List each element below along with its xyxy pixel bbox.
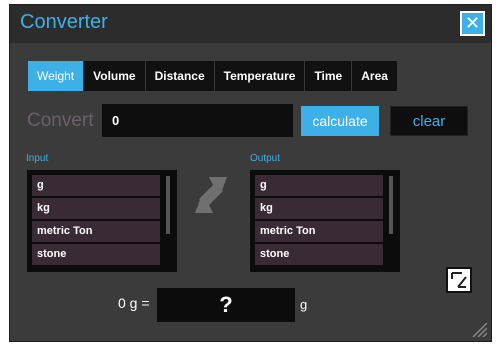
resize-grip-icon[interactable] [471, 321, 487, 337]
tab-volume[interactable]: Volume [84, 61, 146, 91]
tab-temperature[interactable]: Temperature [215, 61, 306, 91]
converter-window: Converter ✕ Weight Volume Distance Tempe… [9, 4, 492, 342]
unit-category-tabs: Weight Volume Distance Temperature Time … [28, 61, 398, 91]
result-unit: g [300, 297, 308, 312]
result-prefix: 0 g = [118, 295, 150, 311]
list-item[interactable]: metric Ton [32, 221, 160, 242]
input-label: Input [26, 153, 49, 164]
tab-distance[interactable]: Distance [146, 61, 215, 91]
input-scrollbar[interactable] [166, 176, 170, 234]
list-item[interactable]: kg [255, 198, 383, 219]
result-value: ? [157, 288, 295, 322]
list-item[interactable]: g [32, 175, 160, 196]
tab-weight[interactable]: Weight [28, 61, 85, 91]
calculate-button[interactable]: calculate [301, 106, 379, 136]
close-icon: ✕ [464, 13, 481, 33]
input-unit-list[interactable]: g kg metric Ton stone [27, 170, 177, 272]
swap-arrows-icon[interactable] [191, 175, 231, 215]
tab-area[interactable]: Area [352, 61, 398, 91]
output-unit-list[interactable]: g kg metric Ton stone [250, 170, 400, 272]
convert-label: Convert [27, 110, 94, 131]
clear-button[interactable]: clear [390, 106, 468, 136]
fullscreen-button[interactable] [446, 267, 472, 293]
output-label: Output [250, 153, 281, 164]
title-bar: Converter ✕ [10, 5, 491, 43]
list-item[interactable]: stone [255, 244, 383, 265]
tab-time[interactable]: Time [305, 61, 353, 91]
list-item[interactable]: metric Ton [255, 221, 383, 242]
output-scrollbar[interactable] [389, 176, 393, 234]
window-title: Converter [20, 11, 108, 33]
close-button[interactable]: ✕ [460, 11, 485, 36]
list-item[interactable]: stone [32, 244, 160, 265]
list-item[interactable]: g [255, 175, 383, 196]
convert-value-input[interactable]: 0 [102, 104, 293, 137]
expand-icon [451, 272, 467, 288]
list-item[interactable]: kg [32, 198, 160, 219]
